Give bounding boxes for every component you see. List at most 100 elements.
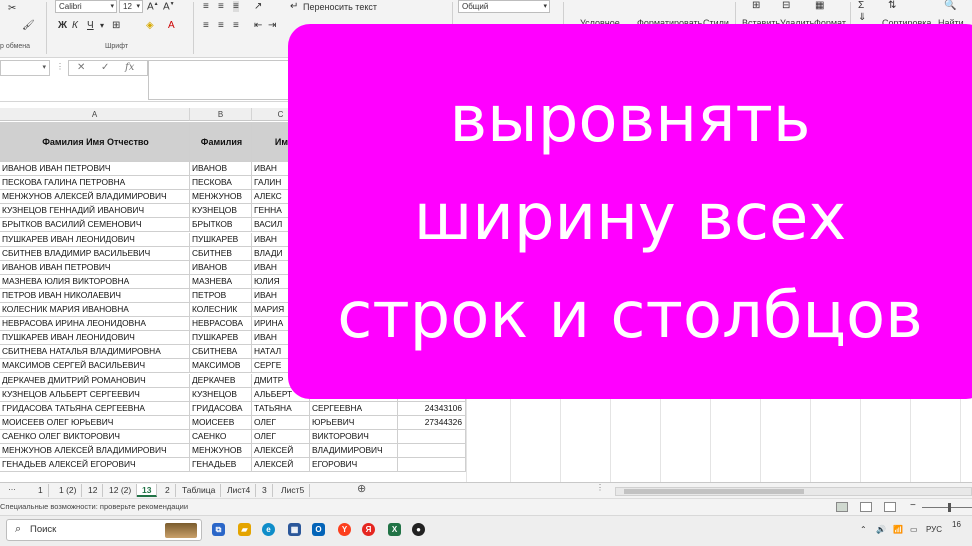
insert-function-icon[interactable]: fx: [125, 62, 134, 73]
table-cell[interactable]: КУЗНЕЦОВ ГЕННАДИЙ ИВАНОВИЧ: [0, 204, 190, 219]
fill-down-icon[interactable]: ⇓: [858, 12, 866, 23]
insert-cells-icon[interactable]: ⊞: [752, 0, 760, 11]
excel-icon[interactable]: X: [388, 523, 401, 536]
table-cell[interactable]: МЕНЖУНОВ: [190, 190, 252, 205]
page-layout-view-button[interactable]: [860, 502, 872, 512]
table-cell[interactable]: МЕНЖУНОВ АЛЕКСЕЙ ВЛАДИМИРОВИЧ: [0, 190, 190, 205]
borders-icon[interactable]: ⊞: [112, 20, 120, 31]
wrap-text-icon[interactable]: ↵: [290, 1, 298, 12]
underline-icon[interactable]: Ч: [87, 20, 94, 31]
sheet-tab[interactable]: Таблица: [177, 484, 222, 497]
table-cell[interactable]: СЕРГЕЕВНА: [310, 401, 398, 416]
table-cell[interactable]: НЕВРАСОВА: [190, 317, 252, 332]
table-cell[interactable]: КУЗНЕЦОВ АЛЬБЕРТ СЕРГЕЕВИЧ: [0, 387, 190, 402]
cut-icon[interactable]: ✂: [8, 3, 16, 14]
page-break-view-button[interactable]: [884, 502, 896, 512]
align-top-icon[interactable]: ≡: [203, 1, 209, 12]
table-cell[interactable]: АЛЕКСЕЙ: [252, 458, 310, 473]
table-cell[interactable]: [398, 444, 466, 459]
taskbar-search[interactable]: ⌕ Поиск: [6, 519, 202, 541]
table-cell[interactable]: ПУШКАРЕВ: [190, 331, 252, 346]
zoom-slider-knob[interactable]: [948, 503, 951, 512]
sheet-tab[interactable]: 12 (2): [104, 484, 138, 497]
align-center-icon[interactable]: ≡: [218, 20, 224, 31]
language-indicator[interactable]: РУС: [926, 525, 942, 534]
chevron-down-icon[interactable]: ▾: [100, 21, 104, 30]
sheet-tab[interactable]: 1: [33, 484, 49, 497]
font-color-icon[interactable]: A: [168, 20, 175, 31]
clock[interactable]: 16: [952, 520, 961, 529]
table-cell[interactable]: КОЛЕСНИК: [190, 303, 252, 318]
table-cell[interactable]: МЕНЖУНОВ АЛЕКСЕЙ ВЛАДИМИРОВИЧ: [0, 444, 190, 459]
tray-arrow-icon[interactable]: ⌃: [860, 525, 867, 534]
sheet-tab[interactable]: 2: [160, 484, 176, 497]
table-cell[interactable]: САЕНКО: [190, 429, 252, 444]
horizontal-scrollbar[interactable]: [615, 487, 972, 496]
zoom-slider[interactable]: [922, 507, 972, 508]
font-size-combo[interactable]: 12 ▾: [119, 0, 143, 13]
number-format-combo[interactable]: Общий ▾: [458, 0, 550, 13]
table-cell[interactable]: МОИСЕЕВ ОЛЕГ ЮРЬЕВИЧ: [0, 415, 190, 430]
align-right-icon[interactable]: ≡: [233, 20, 239, 31]
more-tabs-icon[interactable]: …: [8, 483, 16, 492]
align-bottom-icon[interactable]: ≡: [233, 1, 239, 12]
fill-color-icon[interactable]: ◈: [146, 20, 154, 31]
table-cell[interactable]: БРЫТКОВ: [190, 218, 252, 233]
table-cell[interactable]: ПУШКАРЕВ: [190, 232, 252, 247]
table-cell[interactable]: ПЕТРОВ: [190, 288, 252, 303]
font-name-combo[interactable]: Calibri ▾: [55, 0, 117, 13]
zoom-out-icon[interactable]: −: [910, 500, 916, 511]
table-cell[interactable]: МОИСЕЕВ: [190, 415, 252, 430]
increase-font-icon[interactable]: A▲: [147, 1, 159, 12]
table-cell[interactable]: [398, 458, 466, 473]
italic-icon[interactable]: К: [72, 20, 78, 31]
sheet-tab[interactable]: 1 (2): [54, 484, 83, 497]
add-sheet-icon[interactable]: ⊕: [357, 482, 366, 495]
table-cell[interactable]: НЕВРАСОВА ИРИНА ЛЕОНИДОВНА: [0, 317, 190, 332]
table-cell[interactable]: БРЫТКОВ ВАСИЛИЙ СЕМЕНОВИЧ: [0, 218, 190, 233]
table-cell[interactable]: СБИТНЕВА: [190, 345, 252, 360]
table-cell[interactable]: МАКСИМОВ: [190, 359, 252, 374]
table-cell[interactable]: ИВАНОВ ИВАН ПЕТРОВИЧ: [0, 162, 190, 177]
header-cell-surname[interactable]: Фамилия: [190, 122, 252, 162]
file-explorer-icon[interactable]: ▰: [238, 523, 251, 536]
table-cell[interactable]: МАКСИМОВ СЕРГЕЙ ВАСИЛЬЕВИЧ: [0, 359, 190, 374]
bold-icon[interactable]: Ж: [58, 20, 67, 31]
table-cell[interactable]: ЮРЬЕВИЧ: [310, 415, 398, 430]
format-cells-icon[interactable]: ▦: [815, 0, 824, 11]
delete-cells-icon[interactable]: ⊟: [782, 0, 790, 11]
table-cell[interactable]: МАЗНЕВА ЮЛИЯ ВИКТОРОВНА: [0, 274, 190, 289]
table-cell[interactable]: АЛЕКСЕЙ: [252, 444, 310, 459]
task-view-icon[interactable]: ⧉: [212, 523, 225, 536]
network-icon[interactable]: 📶: [893, 525, 903, 534]
table-cell[interactable]: ВЛАДИМИРОВИЧ: [310, 444, 398, 459]
sheet-tab[interactable]: Лист5: [276, 484, 311, 497]
table-cell[interactable]: ПУШКАРЕВ ИВАН ЛЕОНИДОВИЧ: [0, 232, 190, 247]
autosum-icon[interactable]: Σ: [858, 0, 864, 11]
format-painter-icon[interactable]: 🖌: [22, 20, 35, 31]
align-left-icon[interactable]: ≡: [203, 20, 209, 31]
app-icon[interactable]: ●: [412, 523, 425, 536]
table-cell[interactable]: СБИТНЕВ ВЛАДИМИР ВАСИЛЬЕВИЧ: [0, 246, 190, 261]
yandex-browser-icon[interactable]: Y: [338, 523, 351, 536]
indent-icon[interactable]: ⇤: [254, 20, 262, 31]
table-cell[interactable]: ДЕРКАЧЕВ: [190, 373, 252, 388]
table-cell[interactable]: ГЕНАДЬЕВ: [190, 458, 252, 473]
table-cell[interactable]: КУЗНЕЦОВ: [190, 204, 252, 219]
store-icon[interactable]: ▦: [288, 523, 301, 536]
wrap-text-button[interactable]: Переносить текст: [303, 2, 377, 12]
orientation-icon[interactable]: ↗: [254, 1, 262, 12]
sheet-tab[interactable]: 13: [137, 484, 158, 497]
find-select-icon[interactable]: 🔍: [944, 0, 956, 11]
table-cell[interactable]: ИВАНОВ: [190, 260, 252, 275]
enter-icon[interactable]: ✓: [101, 62, 109, 73]
header-cell-fio[interactable]: Фамилия Имя Отчество: [0, 122, 190, 162]
table-cell[interactable]: САЕНКО ОЛЕГ ВИКТОРОВИЧ: [0, 429, 190, 444]
table-cell[interactable]: КУЗНЕЦОВ: [190, 387, 252, 402]
sheet-tab[interactable]: 3: [257, 484, 273, 497]
cancel-icon[interactable]: ✕: [77, 62, 85, 73]
table-cell[interactable]: 24343106: [398, 401, 466, 416]
table-cell[interactable]: МАЗНЕВА: [190, 274, 252, 289]
table-cell[interactable]: ОЛЕГ: [252, 429, 310, 444]
table-cell[interactable]: ЕГОРОВИЧ: [310, 458, 398, 473]
